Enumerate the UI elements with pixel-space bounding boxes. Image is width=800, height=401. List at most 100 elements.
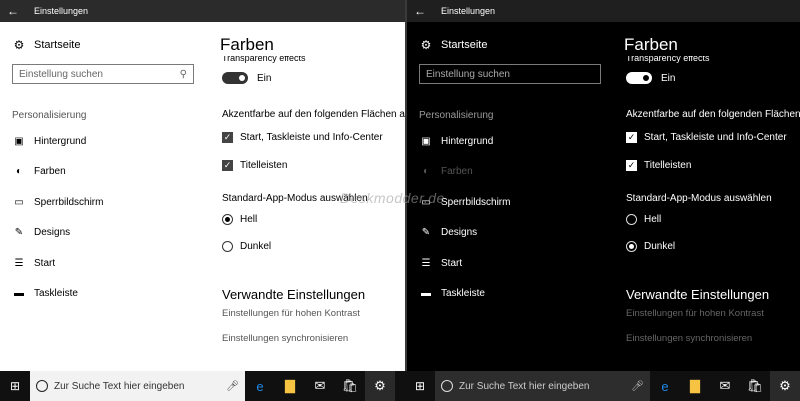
back-arrow-icon[interactable]: ←: [407, 4, 433, 18]
lockscreen-icon: ▭: [14, 197, 24, 208]
checkbox-start-taskbar[interactable]: ✓ Start, Taskleiste und Info-Center: [626, 132, 787, 143]
gear-icon: ⚙: [420, 38, 432, 52]
settings-icon[interactable]: ⚙: [365, 371, 395, 401]
microphone-icon[interactable]: 🎤︎: [631, 381, 644, 392]
sidebar-item-label: Sperrbildschirm: [34, 197, 104, 208]
toggle-knob: [643, 75, 649, 81]
link-high-contrast[interactable]: Einstellungen für hohen Kontrast: [626, 308, 764, 319]
sidebar-item-hintergrund[interactable]: ▣ Hintergrund: [419, 136, 493, 147]
sidebar-item-label: Taskleiste: [34, 288, 78, 299]
store-icon[interactable]: 🛍︎: [335, 378, 365, 394]
sidebar-item-farben[interactable]: ◐ Farben: [12, 166, 66, 177]
taskbar-search-placeholder: Zur Suche Text hier eingeben: [459, 380, 590, 392]
radio-hell[interactable]: Hell: [222, 214, 257, 225]
radio-label: Hell: [240, 214, 258, 225]
windows-icon[interactable]: ⊞: [0, 379, 30, 393]
toggle-state-label: Ein: [257, 73, 272, 84]
accent-heading: Akzentfarbe auf den folgenden Flächen an…: [626, 109, 800, 120]
sidebar-item-label: Hintergrund: [441, 136, 494, 147]
link-sync-settings[interactable]: Einstellungen synchronisieren: [222, 333, 348, 344]
link-sync-settings[interactable]: Einstellungen synchronisieren: [626, 333, 752, 344]
checkbox-titlebars[interactable]: ✓ Titelleisten: [222, 160, 287, 171]
sidebar-item-home[interactable]: ⚙ Startseite: [419, 38, 488, 52]
back-arrow-icon[interactable]: ←: [0, 4, 26, 18]
related-settings-heading: Verwandte Einstellungen: [626, 287, 770, 302]
settings-window-light: ← Einstellungen ⚙ Startseite Einstellung…: [0, 0, 405, 371]
search-placeholder: Einstellung suchen: [426, 68, 510, 80]
sidebar-item-label: Farben: [34, 166, 66, 177]
transparency-label: Transparency effects: [222, 56, 306, 63]
sidebar-item-farben[interactable]: ◐ Farben: [419, 166, 473, 177]
sidebar-group-label: Personalisierung: [419, 110, 494, 121]
microphone-icon[interactable]: 🎤︎: [226, 381, 239, 392]
content-area: Farben Transparency effects Ein Akzentfa…: [624, 22, 800, 371]
checkbox-start-taskbar[interactable]: ✓ Start, Taskleiste und Info-Center: [222, 132, 383, 143]
radio-label: Hell: [644, 214, 662, 225]
sidebar-item-start[interactable]: ☰ Start: [12, 258, 56, 269]
explorer-icon[interactable]: ▇: [275, 378, 305, 394]
sidebar-item-label: Startseite: [441, 39, 488, 51]
sidebar-item-home[interactable]: ⚙ Startseite: [12, 38, 81, 52]
mail-icon[interactable]: ✉: [710, 378, 740, 394]
sidebar-item-label: Sperrbildschirm: [441, 197, 511, 208]
radio-hell[interactable]: Hell: [626, 214, 661, 225]
sidebar-item-start[interactable]: ☰ Start: [419, 258, 463, 269]
sidebar-item-designs[interactable]: ✎ Designs: [419, 227, 477, 238]
taskbar: ⊞ Zur Suche Text hier eingeben 🎤︎ e ▇ ✉ …: [0, 371, 800, 401]
sidebar-item-hintergrund[interactable]: ▣ Hintergrund: [12, 136, 86, 147]
mail-icon[interactable]: ✉: [305, 378, 335, 394]
checkmark-icon: ✓: [626, 132, 637, 143]
search-icon: ⚲: [179, 68, 187, 80]
sidebar-item-designs[interactable]: ✎ Designs: [12, 227, 70, 238]
app-mode-heading: Standard-App-Modus auswählen: [626, 193, 772, 204]
sidebar-group-label: Personalisierung: [12, 110, 87, 121]
radio-empty-icon: [626, 214, 637, 225]
page-title: Farben: [624, 35, 678, 54]
watermark: Deskmodder.de: [340, 190, 445, 206]
taskbar-right: ⊞ Zur Suche Text hier eingeben 🎤︎ e ▇ ✉ …: [405, 371, 800, 401]
transparency-toggle[interactable]: [626, 72, 652, 84]
toggle-state-label: Ein: [661, 73, 676, 84]
palette-icon: ◐: [15, 166, 23, 177]
settings-icon[interactable]: ⚙: [770, 371, 800, 401]
link-high-contrast[interactable]: Einstellungen für hohen Kontrast: [222, 308, 360, 319]
taskbar-search-input[interactable]: Zur Suche Text hier eingeben 🎤︎: [435, 371, 650, 401]
sidebar-item-sperrbildschirm[interactable]: ▭ Sperrbildschirm: [12, 197, 103, 208]
window-title: Einstellungen: [34, 6, 89, 16]
palette-icon: ◐: [422, 166, 430, 177]
sidebar-item-label: Startseite: [34, 39, 81, 51]
transparency-toggle[interactable]: [222, 72, 248, 84]
checkbox-label: Titelleisten: [644, 160, 692, 171]
toggle-knob: [239, 75, 245, 81]
search-placeholder: Einstellung suchen: [19, 68, 103, 80]
settings-search-input[interactable]: Einstellung suchen: [419, 64, 601, 84]
transparency-label: Transparency effects: [626, 56, 710, 63]
brush-icon: ✎: [421, 227, 431, 238]
taskbar-search-placeholder: Zur Suche Text hier eingeben: [54, 380, 185, 392]
window-title: Einstellungen: [441, 6, 496, 16]
edge-icon[interactable]: e: [650, 379, 680, 394]
radio-dunkel[interactable]: Dunkel: [222, 241, 271, 252]
radio-selected-icon: [222, 214, 233, 225]
sidebar-item-label: Farben: [441, 166, 473, 177]
start-icon: ☰: [421, 258, 431, 269]
cortana-icon: [36, 380, 48, 392]
store-icon[interactable]: 🛍︎: [740, 378, 770, 394]
checkbox-label: Start, Taskleiste und Info-Center: [644, 132, 787, 143]
start-icon: ☰: [14, 258, 24, 269]
sidebar-item-taskleiste[interactable]: ▬ Taskleiste: [419, 288, 485, 299]
windows-icon[interactable]: ⊞: [405, 379, 435, 393]
related-settings-heading: Verwandte Einstellungen: [222, 287, 366, 302]
taskbar-search-input[interactable]: Zur Suche Text hier eingeben 🎤︎: [30, 371, 245, 401]
sidebar-item-taskleiste[interactable]: ▬ Taskleiste: [12, 288, 78, 299]
edge-icon[interactable]: e: [245, 379, 275, 394]
radio-dunkel[interactable]: Dunkel: [626, 241, 675, 252]
checkbox-label: Titelleisten: [240, 160, 288, 171]
checkbox-titlebars[interactable]: ✓ Titelleisten: [626, 160, 691, 171]
title-bar: ← Einstellungen: [407, 0, 800, 22]
settings-search-input[interactable]: Einstellung suchen ⚲: [12, 64, 194, 84]
explorer-icon[interactable]: ▇: [680, 378, 710, 394]
sidebar-item-label: Designs: [34, 227, 71, 238]
gear-icon: ⚙: [13, 38, 25, 52]
sidebar-item-label: Designs: [441, 227, 478, 238]
